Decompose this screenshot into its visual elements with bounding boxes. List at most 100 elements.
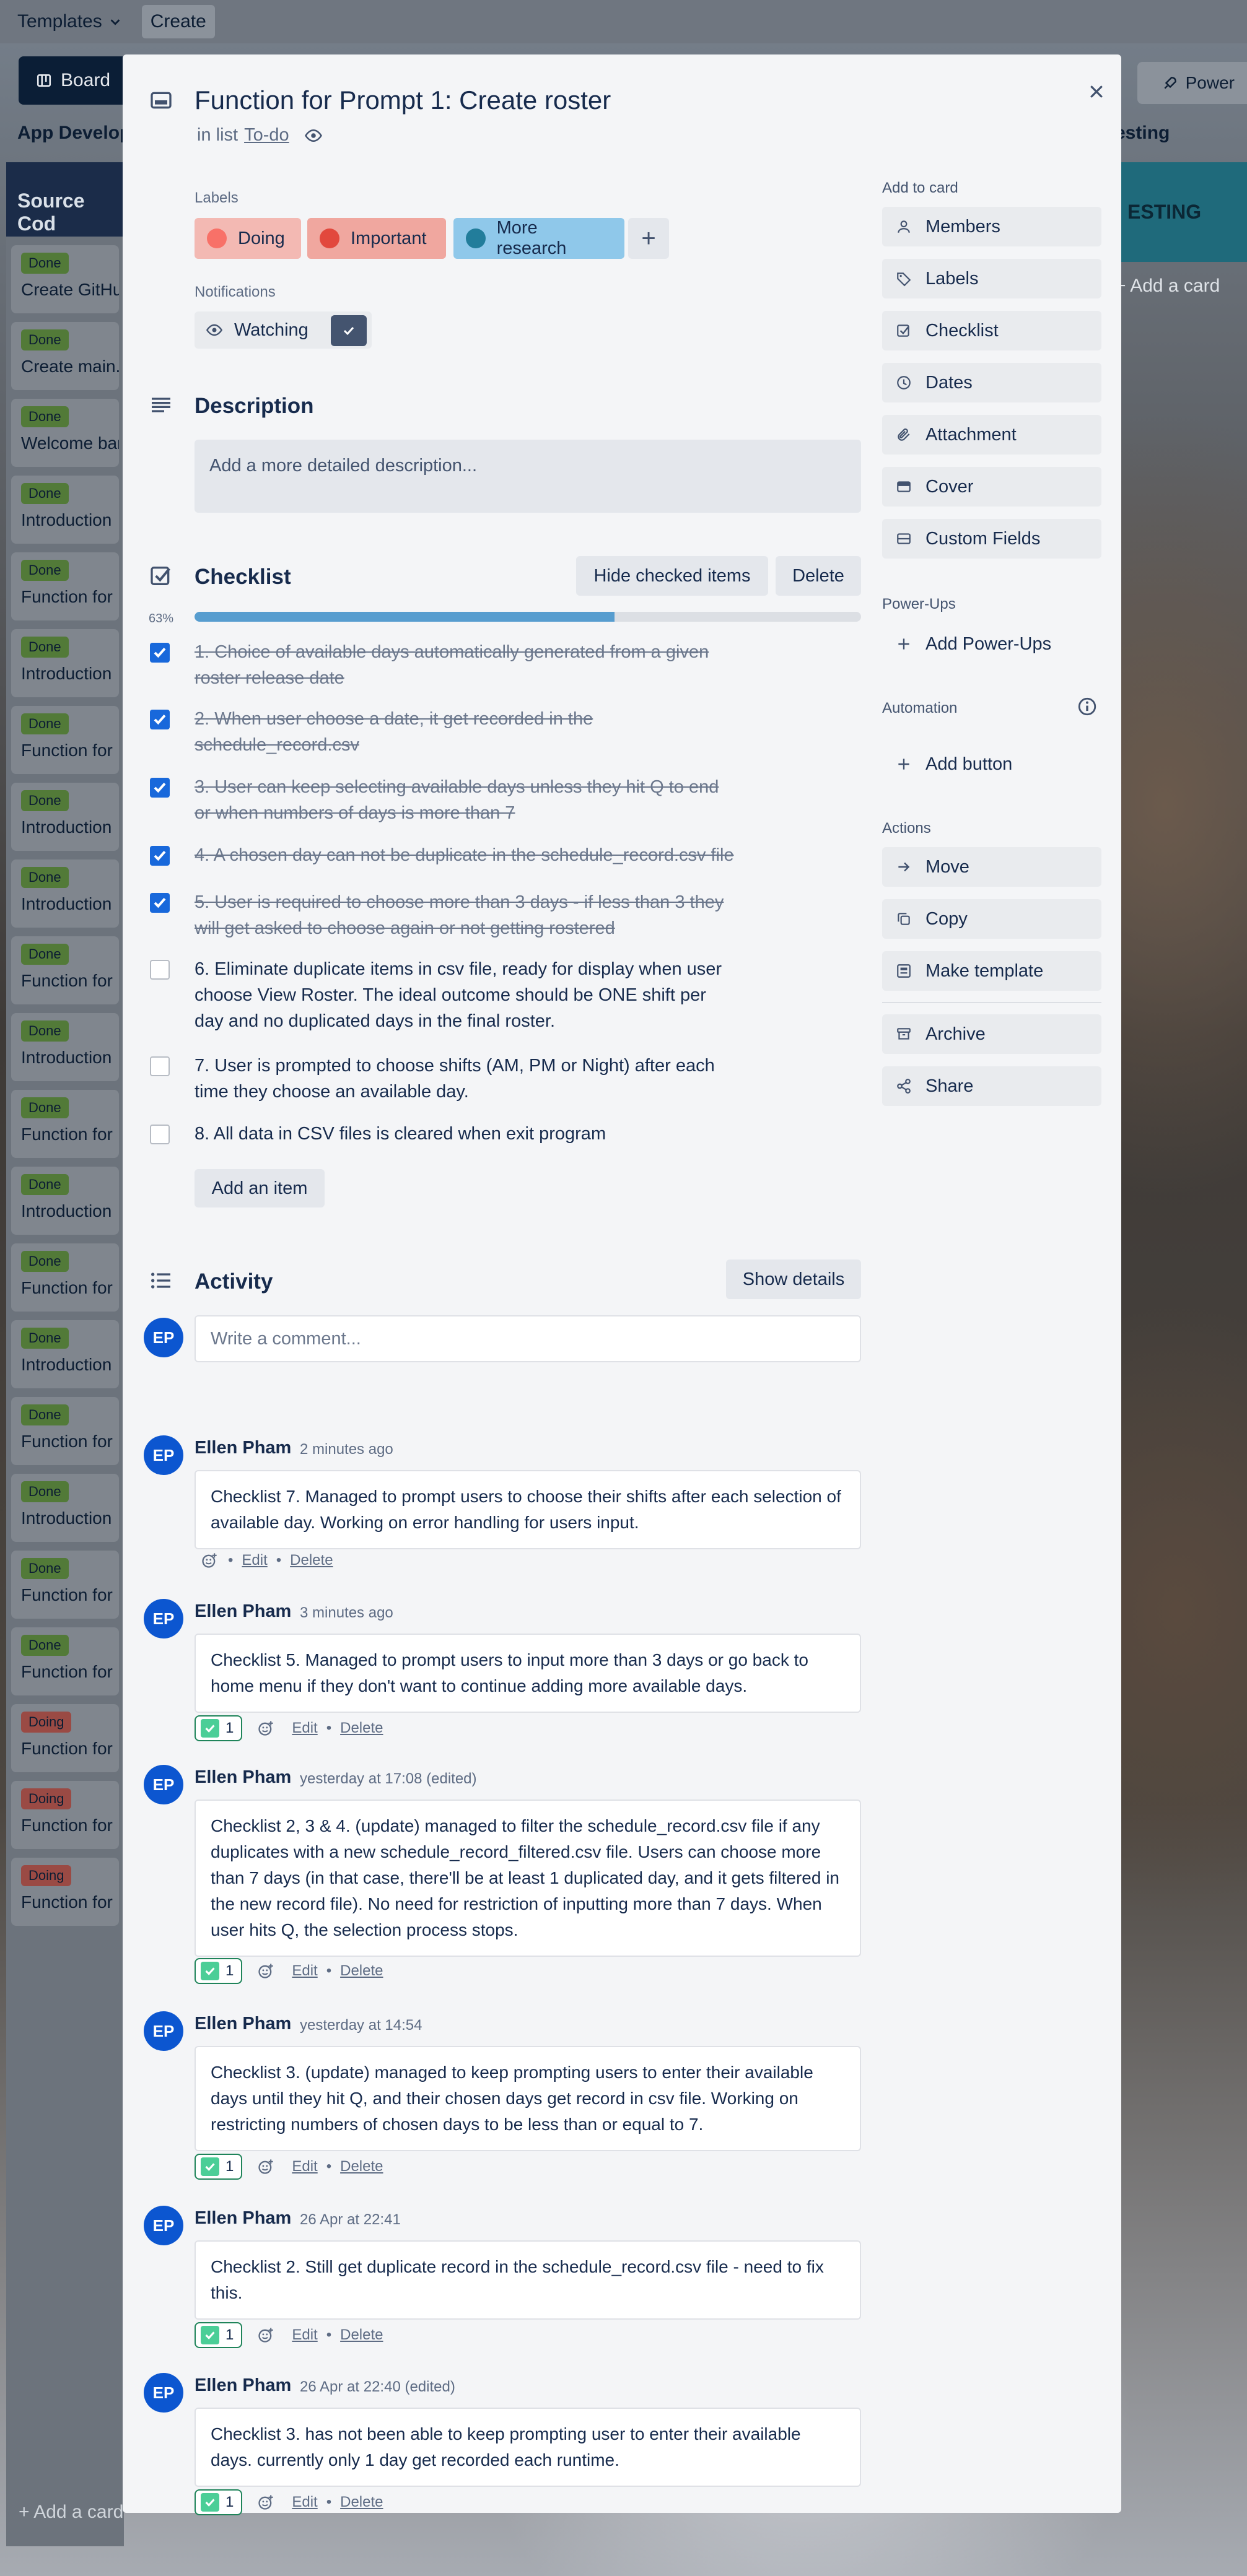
delete-comment-link[interactable]: Delete bbox=[340, 1720, 383, 1737]
checklist-item-text[interactable]: 8. All data in CSV files is cleared when… bbox=[195, 1121, 740, 1147]
add-label-button[interactable]: + bbox=[628, 218, 669, 259]
board-card[interactable]: Doing Function for bbox=[11, 1704, 119, 1772]
comment-timestamp[interactable]: 3 minutes ago bbox=[300, 1604, 393, 1622]
board-card[interactable]: Done Function for bbox=[11, 706, 119, 774]
add-reaction-icon[interactable] bbox=[257, 2326, 274, 2344]
add-power-ups-button[interactable]: Add Power-Ups bbox=[882, 624, 1101, 664]
archive-button[interactable]: Archive bbox=[882, 1014, 1101, 1054]
comment-author[interactable]: Ellen Pham bbox=[195, 1438, 291, 1458]
move-button[interactable]: Move bbox=[882, 847, 1101, 887]
board-card[interactable]: Done Function for bbox=[11, 1090, 119, 1158]
copy-button[interactable]: Copy bbox=[882, 899, 1101, 939]
board-card[interactable]: Doing Function for bbox=[11, 1858, 119, 1926]
board-card[interactable]: Done Create GitHu bbox=[11, 245, 119, 313]
checklist-item-text[interactable]: 7. User is prompted to choose shifts (AM… bbox=[195, 1053, 740, 1105]
comment-author[interactable]: Ellen Pham bbox=[195, 2014, 291, 2034]
show-details-button[interactable]: Show details bbox=[726, 1260, 861, 1299]
checklist-checkbox[interactable] bbox=[150, 846, 170, 866]
add-reaction-icon[interactable] bbox=[257, 2494, 274, 2511]
custom-fields-button[interactable]: Custom Fields bbox=[882, 519, 1101, 559]
edit-comment-link[interactable]: Edit bbox=[292, 2326, 317, 2344]
checklist-checkbox[interactable] bbox=[150, 710, 170, 729]
add-reaction-icon[interactable] bbox=[257, 2158, 274, 2175]
delete-comment-link[interactable]: Delete bbox=[290, 1552, 333, 1569]
edit-comment-link[interactable]: Edit bbox=[242, 1552, 267, 1569]
checklist-item-text[interactable]: 1. Choice of available days automaticall… bbox=[195, 639, 740, 691]
add-reaction-icon[interactable] bbox=[257, 1720, 274, 1737]
left-add-card-button[interactable]: + Add a card bbox=[19, 2502, 123, 2523]
checklist-item-text[interactable]: 2. When user choose a date, it get recor… bbox=[195, 706, 740, 758]
board-card[interactable]: Done Introduction bbox=[11, 1013, 119, 1081]
comment-author[interactable]: Ellen Pham bbox=[195, 1767, 291, 1788]
reaction-button[interactable]: 1 bbox=[195, 2489, 243, 2515]
checklist-item-text[interactable]: 5. User is required to choose more than … bbox=[195, 889, 740, 941]
checklist-item-text[interactable]: 4. A chosen day can not be duplicate in … bbox=[195, 842, 740, 868]
delete-comment-link[interactable]: Delete bbox=[340, 2326, 383, 2344]
checklist-checkbox[interactable] bbox=[150, 778, 170, 798]
power-ups-button[interactable]: Power bbox=[1137, 62, 1247, 104]
close-button[interactable] bbox=[1077, 72, 1116, 111]
board-card[interactable]: Done Create main.p bbox=[11, 322, 119, 390]
checklist-checkbox[interactable] bbox=[150, 1056, 170, 1076]
checklist-checkbox[interactable] bbox=[150, 643, 170, 663]
board-card[interactable]: Done Function for bbox=[11, 936, 119, 1004]
board-card[interactable]: Done Introduction bbox=[11, 783, 119, 851]
board-view-button[interactable]: Board bbox=[19, 56, 128, 105]
label-chip[interactable]: Important bbox=[307, 218, 446, 259]
comment-timestamp[interactable]: yesterday at 14:54 bbox=[300, 2017, 422, 2034]
members-button[interactable]: Members bbox=[882, 207, 1101, 246]
label-chip[interactable]: More research bbox=[453, 218, 624, 259]
delete-comment-link[interactable]: Delete bbox=[340, 2494, 383, 2511]
labels-button[interactable]: Labels bbox=[882, 259, 1101, 298]
edit-comment-link[interactable]: Edit bbox=[292, 1720, 317, 1737]
board-card[interactable]: Done Introduction bbox=[11, 859, 119, 928]
board-card[interactable]: Done Introduction bbox=[11, 476, 119, 544]
checklist-item-text[interactable]: 3. User can keep selecting available day… bbox=[195, 774, 740, 826]
checklist-checkbox[interactable] bbox=[150, 960, 170, 980]
right-add-card-button[interactable]: + Add a card bbox=[1103, 262, 1247, 310]
edit-comment-link[interactable]: Edit bbox=[292, 2494, 317, 2511]
board-card[interactable]: Done Introduction bbox=[11, 1320, 119, 1388]
add-reaction-icon[interactable] bbox=[257, 1962, 274, 1980]
reaction-button[interactable]: 1 bbox=[195, 1715, 243, 1741]
description-input[interactable]: Add a more detailed description... bbox=[195, 440, 861, 513]
make-template-button[interactable]: Make template bbox=[882, 951, 1101, 991]
board-card[interactable]: Done Introduction bbox=[11, 1474, 119, 1542]
add-button-button[interactable]: Add button bbox=[882, 744, 1101, 784]
add-checklist-item-button[interactable]: Add an item bbox=[195, 1169, 325, 1208]
cover-button[interactable]: Cover bbox=[882, 467, 1101, 507]
board-card[interactable]: Done Function for bbox=[11, 552, 119, 620]
reaction-button[interactable]: 1 bbox=[195, 1958, 243, 1984]
board-card[interactable]: Done Introduction bbox=[11, 1167, 119, 1235]
edit-comment-link[interactable]: Edit bbox=[292, 1962, 317, 1980]
checklist-checkbox[interactable] bbox=[150, 1125, 170, 1144]
reaction-button[interactable]: 1 bbox=[195, 2322, 243, 2348]
checklist-checkbox[interactable] bbox=[150, 893, 170, 913]
delete-checklist-button[interactable]: Delete bbox=[776, 556, 861, 596]
templates-menu-button[interactable]: Templates bbox=[9, 5, 131, 38]
add-reaction-icon[interactable] bbox=[201, 1552, 218, 1569]
share-button[interactable]: Share bbox=[882, 1066, 1101, 1106]
board-card[interactable]: Done Function for bbox=[11, 1397, 119, 1465]
label-chip[interactable]: Doing bbox=[195, 218, 301, 259]
info-icon[interactable] bbox=[1077, 696, 1098, 717]
comment-timestamp[interactable]: 26 Apr at 22:41 bbox=[300, 2211, 401, 2229]
board-card[interactable]: Done Welcome ban bbox=[11, 399, 119, 467]
board-card[interactable]: Done Function for bbox=[11, 1627, 119, 1695]
comment-author[interactable]: Ellen Pham bbox=[195, 1601, 291, 1622]
list-link[interactable]: To-do bbox=[244, 125, 289, 146]
board-card[interactable]: Done Function for bbox=[11, 1243, 119, 1312]
create-button[interactable]: Create bbox=[141, 5, 215, 38]
attachment-button[interactable]: Attachment bbox=[882, 415, 1101, 455]
comment-author[interactable]: Ellen Pham bbox=[195, 2208, 291, 2229]
checklist-button[interactable]: Checklist bbox=[882, 311, 1101, 350]
hide-checked-items-button[interactable]: Hide checked items bbox=[576, 556, 768, 596]
comment-timestamp[interactable]: 26 Apr at 22:40 (edited) bbox=[300, 2378, 455, 2396]
card-title[interactable]: Function for Prompt 1: Create roster bbox=[195, 85, 611, 115]
dates-button[interactable]: Dates bbox=[882, 363, 1101, 402]
comment-timestamp[interactable]: yesterday at 17:08 (edited) bbox=[300, 1770, 477, 1788]
comment-input[interactable]: Write a comment... bbox=[195, 1315, 861, 1362]
comment-author[interactable]: Ellen Pham bbox=[195, 2375, 291, 2396]
checklist-item-text[interactable]: 6. Eliminate duplicate items in csv file… bbox=[195, 956, 740, 1034]
comment-timestamp[interactable]: 2 minutes ago bbox=[300, 1441, 393, 1458]
